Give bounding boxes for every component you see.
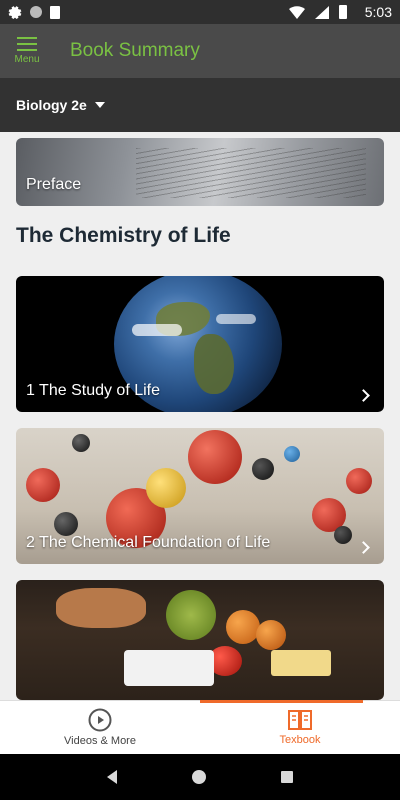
molecule-ball bbox=[346, 468, 372, 494]
chapter-card-title: Preface bbox=[26, 176, 82, 193]
molecule-ball bbox=[146, 468, 186, 508]
molecule-ball bbox=[54, 512, 78, 536]
chapter-card-preface[interactable]: Preface bbox=[16, 138, 384, 206]
chevron-right-icon bbox=[357, 541, 370, 554]
menu-button[interactable]: Menu bbox=[0, 24, 54, 78]
bread-shape bbox=[56, 588, 146, 628]
app-bar: Menu Book Summary bbox=[0, 24, 400, 78]
tab-videos[interactable]: Videos & More bbox=[0, 701, 200, 754]
cloud-shape bbox=[216, 314, 256, 324]
recent-apps-icon[interactable] bbox=[280, 771, 293, 783]
bottom-nav: Videos & More Texbook bbox=[0, 700, 400, 754]
status-bar: 5:03 bbox=[0, 0, 400, 24]
molecule-ball bbox=[72, 434, 90, 452]
molecule-ball bbox=[284, 446, 300, 462]
sd-card-icon bbox=[50, 5, 60, 19]
book-selector-value: Biology 2e bbox=[16, 97, 87, 113]
tab-textbook[interactable]: Texbook bbox=[200, 700, 400, 754]
chapter-card-chemical-foundation[interactable]: 2 The Chemical Foundation of Life bbox=[16, 428, 384, 564]
battery-icon bbox=[338, 5, 347, 19]
page-title: Book Summary bbox=[70, 40, 200, 61]
plate-shape bbox=[124, 650, 214, 686]
book-pages-image bbox=[136, 148, 366, 198]
home-icon[interactable] bbox=[191, 770, 206, 784]
molecule-ball bbox=[188, 430, 242, 484]
book-selector[interactable]: Biology 2e bbox=[0, 78, 400, 132]
cloud-shape bbox=[132, 324, 182, 336]
dropdown-arrow-icon bbox=[94, 102, 105, 108]
fruit-shape bbox=[226, 610, 260, 644]
tab-textbook-label: Texbook bbox=[279, 734, 321, 746]
cheese-shape bbox=[271, 650, 331, 676]
book-icon bbox=[288, 710, 312, 730]
clock: 5:03 bbox=[364, 4, 392, 20]
chevron-right-icon bbox=[357, 389, 370, 402]
back-icon[interactable] bbox=[107, 770, 118, 784]
fruit-shape bbox=[256, 620, 286, 650]
section-title: The Chemistry of Life bbox=[16, 224, 231, 247]
record-icon bbox=[30, 6, 42, 18]
chapter-card-title: 1 The Study of Life bbox=[26, 382, 161, 399]
wifi-icon bbox=[288, 5, 305, 19]
menu-label: Menu bbox=[14, 54, 40, 65]
molecule-ball bbox=[252, 458, 274, 480]
molecule-ball bbox=[26, 468, 60, 502]
play-circle-icon bbox=[88, 708, 112, 732]
signal-icon bbox=[314, 5, 329, 19]
chapter-card-title: 2 The Chemical Foundation of Life bbox=[26, 534, 271, 551]
tab-videos-label: Videos & More bbox=[64, 735, 136, 747]
content-scroll[interactable]: Preface The Chemistry of Life 1 The Stud… bbox=[0, 132, 400, 700]
hamburger-icon bbox=[17, 37, 37, 51]
settings-icon bbox=[8, 6, 22, 19]
chapter-card-study-of-life[interactable]: 1 The Study of Life bbox=[16, 276, 384, 412]
molecule-ball bbox=[334, 526, 352, 544]
grapes-shape bbox=[166, 590, 216, 640]
chapter-card-food[interactable] bbox=[16, 580, 384, 700]
active-tab-indicator bbox=[200, 700, 363, 703]
system-nav-bar bbox=[0, 754, 400, 800]
